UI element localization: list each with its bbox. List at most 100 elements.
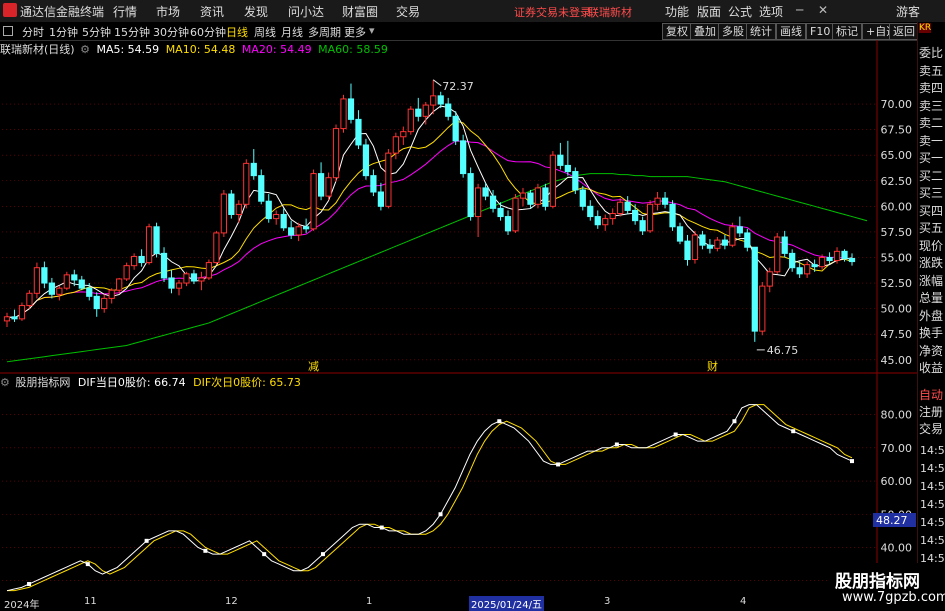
sub-tick-label: 60.00 [881,475,913,488]
watermark: 股朋指标网 www.7gpzb.com [828,563,945,609]
price-tick-label: 60.00 [881,200,913,213]
candle-body [482,187,489,197]
multi-stock-button[interactable]: 多股 [718,23,748,40]
ma20-line [6,140,853,319]
period-tab-30min[interactable]: 30分钟 [153,24,189,40]
toggle-icon[interactable] [3,26,13,36]
dif-marker-point [791,429,796,434]
title-bar: 通达信金融终端 行情 市场 资讯 发现 问小达 财富圈 交易 证券交易未登录 联… [0,0,945,23]
candle-body [415,108,422,117]
period-tab-5min[interactable]: 5分钟 [82,24,111,40]
menu-options[interactable]: 选项 [759,3,783,20]
statistics-button[interactable]: 统计 [746,23,776,40]
chart-area[interactable]: 70.00 67.50 65.00 62.50 60.00 57.50 55.00 52.50… [0,40,917,596]
candle-body [131,255,138,267]
sidebar-sub-label[interactable]: 交易 [919,420,943,437]
ma10-value: MA10: 54.48 [165,43,236,56]
candle-body [153,226,160,254]
settings-icon[interactable]: ⚙ [0,376,10,389]
watermark-line2: www.7gpzb.com [842,590,945,605]
candle-body [347,98,355,120]
candle-body [826,256,833,262]
period-tab-more[interactable]: 更多 [344,24,366,40]
guest-label[interactable]: 游客 [896,3,920,20]
period-tab-1min[interactable]: 1分钟 [49,24,78,40]
candle-body [445,103,452,117]
sidebar-quote-label: 买三 [919,186,944,200]
period-tab-intraday[interactable]: 分时 [22,24,44,40]
candle-body [467,173,474,218]
mark-button[interactable]: 标记 [832,23,862,40]
candle-body [235,203,242,216]
dif-marker-point [556,462,561,467]
candle-body [609,212,616,220]
menu-trade[interactable]: 交易 [396,3,420,20]
candle-body [11,316,18,320]
app-name: 通达信金融终端 [20,5,105,19]
sidebar-quote-label: 外盘 [919,308,944,323]
settings-icon[interactable]: ⚙ [80,43,90,56]
candle-body [489,195,497,209]
login-warning[interactable]: 证券交易未登录 [514,4,591,20]
price-tick-label: 65.00 [881,149,913,162]
f10-button[interactable]: F10 [806,23,835,40]
menu-news[interactable]: 资讯 [200,3,224,20]
menu-formula[interactable]: 公式 [728,3,752,20]
candle-body [504,216,512,232]
dif-marker-point [614,442,619,447]
period-tab-60min[interactable]: 60分钟 [190,24,226,40]
minimize-icon[interactable]: ─ [796,3,803,17]
period-tab-monthly[interactable]: 月线 [281,24,303,40]
main-candles [3,79,856,342]
draw-line-button[interactable]: 画线 [776,23,806,40]
main-annotations: 72.37 46.75 减 财 [308,79,799,373]
price-tick-label: 47.50 [881,328,913,341]
period-tab-weekly[interactable]: 周线 [254,24,276,40]
candle-body [527,192,534,205]
ma60-value: MA60: 58.59 [318,43,388,56]
period-tab-multi[interactable]: 多周期 [308,24,341,40]
candle-body [549,154,557,207]
menu-quotes[interactable]: 行情 [113,3,137,20]
sidebar-time-label: 14:55 [920,444,945,457]
candle-body [18,305,26,320]
low-price-label: 46.75 [767,344,799,357]
sidebar-time-label: 14:55 [920,498,945,511]
menu-ask[interactable]: 问小达 [288,3,324,20]
candle-body [437,95,444,105]
candle-body [56,287,63,295]
overlay-button[interactable]: 叠加 [690,23,720,40]
dif-marker-point [85,562,90,567]
candle-body [691,234,699,261]
period-tab-daily[interactable]: 日线 [226,24,248,40]
more-dropdown-icon[interactable]: ▾ [369,24,375,37]
candle-body [617,201,624,214]
candle-body [430,95,437,106]
candle-body [63,274,70,289]
menu-market[interactable]: 市场 [156,3,180,20]
sidebar-sub-label[interactable]: 自动 [919,386,943,403]
sidebar-sub-label[interactable]: 注册 [919,403,943,420]
sidebar-quote-label: 涨幅 [919,273,944,288]
dif-today-line [6,404,853,592]
sidebar-quote-label: 委比 [919,46,944,60]
menu-wealth[interactable]: 财富圈 [342,3,378,20]
dif-marker-point [262,552,267,557]
sidebar-quote-label: 涨跌 [919,256,944,270]
candle-body [684,240,691,261]
menu-layout[interactable]: 版面 [697,3,721,20]
period-tab-15min[interactable]: 15分钟 [114,24,150,40]
candle-body [377,191,385,207]
close-icon[interactable]: ✕ [818,3,828,17]
sidebar-badge: KR [919,23,932,33]
adjust-button[interactable]: 复权 [662,23,692,40]
back-button[interactable]: 返回 [889,23,919,40]
sidebar-quote-label: 卖一 [919,133,944,148]
main-price-axis: 70.00 67.50 65.00 62.50 60.00 57.50 55.00 52.50… [881,98,913,367]
candle-body [205,262,213,279]
menu-function[interactable]: 功能 [665,3,689,20]
candle-body [228,193,235,216]
menu-discover[interactable]: 发现 [244,3,268,20]
candle-body [841,250,848,259]
candle-body [280,214,287,229]
